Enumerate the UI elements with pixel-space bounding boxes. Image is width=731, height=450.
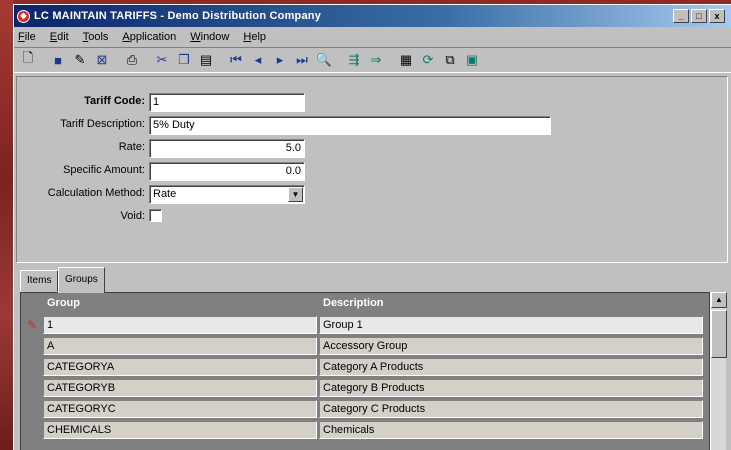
menu-file[interactable]: File	[18, 31, 36, 43]
menu-window[interactable]: Window	[190, 31, 229, 43]
menu-help[interactable]: Help	[243, 31, 266, 43]
group-cell[interactable]: CATEGORYA	[43, 357, 317, 376]
column-header-group[interactable]: Group	[43, 293, 319, 314]
tariff-description-input[interactable]: 5% Duty	[149, 116, 551, 135]
new-icon[interactable]: 🗋	[18, 50, 38, 70]
tariff-code-input[interactable]: 1	[149, 93, 305, 112]
void-label: Void:	[120, 210, 145, 222]
table-row[interactable]: A Accessory Group	[21, 335, 709, 356]
toolbar: 🗋 ■ ✎ ⊠ ⎙ ✂ ❐ ▤ ⏮ ◂ ▸ ⏭ 🔍 ⇶ ⇒ ▦ ⟳ ⧉ ▣	[14, 47, 731, 73]
edit-icon[interactable]: ✎	[70, 50, 90, 70]
group-cell[interactable]: CATEGORYB	[43, 378, 317, 397]
description-cell[interactable]: Category A Products	[319, 357, 703, 376]
calculation-method-label: Calculation Method:	[47, 187, 145, 199]
groups-grid: Group Description ✎ 1 Group 1 A Accessor…	[20, 292, 710, 450]
cut-icon[interactable]: ✂	[152, 50, 172, 70]
print-icon[interactable]: ⎙	[122, 50, 142, 70]
tariff-code-label: Tariff Code:	[84, 95, 145, 107]
description-cell[interactable]: Chemicals	[319, 420, 703, 439]
table-row[interactable]: ✎ 1 Group 1	[21, 314, 709, 335]
first-record-icon[interactable]: ⏮	[226, 50, 246, 70]
attach-icon[interactable]: ⧉	[440, 50, 460, 70]
specific-amount-input[interactable]: 0.0	[149, 162, 305, 181]
scroll-thumb[interactable]	[711, 310, 727, 358]
column-header-description[interactable]: Description	[319, 293, 709, 314]
save-icon[interactable]: ■	[48, 50, 68, 70]
tab-items[interactable]: Items	[20, 270, 59, 292]
notes-icon[interactable]: ▣	[462, 50, 482, 70]
void-checkbox[interactable]	[149, 209, 162, 222]
current-row-pencil-icon: ✎	[26, 317, 38, 332]
chevron-down-icon[interactable]: ▼	[288, 187, 303, 202]
description-cell[interactable]: Category C Products	[319, 399, 703, 418]
description-cell[interactable]: Group 1	[319, 315, 703, 334]
menu-tools[interactable]: Tools	[83, 31, 109, 43]
insert-icon[interactable]: ⇶	[344, 50, 364, 70]
group-cell[interactable]: CHEMICALS	[43, 420, 317, 439]
delete-icon[interactable]: ⊠	[92, 50, 112, 70]
chart-icon[interactable]: ▦	[396, 50, 416, 70]
title-bar[interactable]: ◆ LC MAINTAIN TARIFFS - Demo Distributio…	[14, 5, 731, 27]
previous-record-icon[interactable]: ◂	[248, 50, 268, 70]
search-icon[interactable]: 🔍	[314, 50, 334, 70]
group-cell[interactable]: CATEGORYC	[43, 399, 317, 418]
vertical-scrollbar[interactable]: ▲	[710, 292, 727, 450]
menu-edit[interactable]: Edit	[50, 31, 69, 43]
window-title: LC MAINTAIN TARIFFS - Demo Distribution …	[34, 10, 322, 22]
menu-bar: File Edit Tools Application Window Help	[14, 27, 731, 47]
copy-icon[interactable]: ❐	[174, 50, 194, 70]
close-button[interactable]: x	[709, 9, 725, 23]
export-icon[interactable]: ⇒	[366, 50, 386, 70]
tab-groups[interactable]: Groups	[58, 267, 105, 293]
scroll-up-icon[interactable]: ▲	[711, 292, 727, 308]
next-record-icon[interactable]: ▸	[270, 50, 290, 70]
calculation-method-select[interactable]: Rate ▼	[149, 185, 305, 204]
last-record-icon[interactable]: ⏭	[292, 50, 312, 70]
tariff-form: Tariff Code: 1 Tariff Description: 5% Du…	[16, 76, 728, 263]
rate-input[interactable]: 5.0	[149, 139, 305, 158]
tariff-description-label: Tariff Description:	[60, 118, 145, 130]
main-window: ◆ LC MAINTAIN TARIFFS - Demo Distributio…	[13, 4, 731, 450]
desktop-background	[0, 0, 14, 450]
table-row[interactable]: CATEGORYB Category B Products	[21, 377, 709, 398]
table-row[interactable]: CATEGORYA Category A Products	[21, 356, 709, 377]
tabs-area: Items Groups Group Description ✎ 1 Group…	[16, 263, 728, 450]
description-cell[interactable]: Category B Products	[319, 378, 703, 397]
specific-amount-label: Specific Amount:	[63, 164, 145, 176]
rate-label: Rate:	[118, 141, 145, 153]
menu-application[interactable]: Application	[122, 31, 176, 43]
table-row[interactable]: CATEGORYC Category C Products	[21, 398, 709, 419]
minimize-button[interactable]: _	[673, 9, 689, 23]
group-cell[interactable]: A	[43, 336, 317, 355]
refresh-icon[interactable]: ⟳	[418, 50, 438, 70]
calculation-method-value: Rate	[153, 188, 177, 200]
app-icon[interactable]: ◆	[17, 9, 30, 23]
paste-icon[interactable]: ▤	[196, 50, 216, 70]
description-cell[interactable]: Accessory Group	[319, 336, 703, 355]
maximize-button[interactable]: □	[691, 9, 707, 23]
grid-header: Group Description	[21, 293, 709, 314]
group-cell[interactable]: 1	[43, 315, 317, 334]
table-row[interactable]: CHEMICALS Chemicals	[21, 419, 709, 440]
